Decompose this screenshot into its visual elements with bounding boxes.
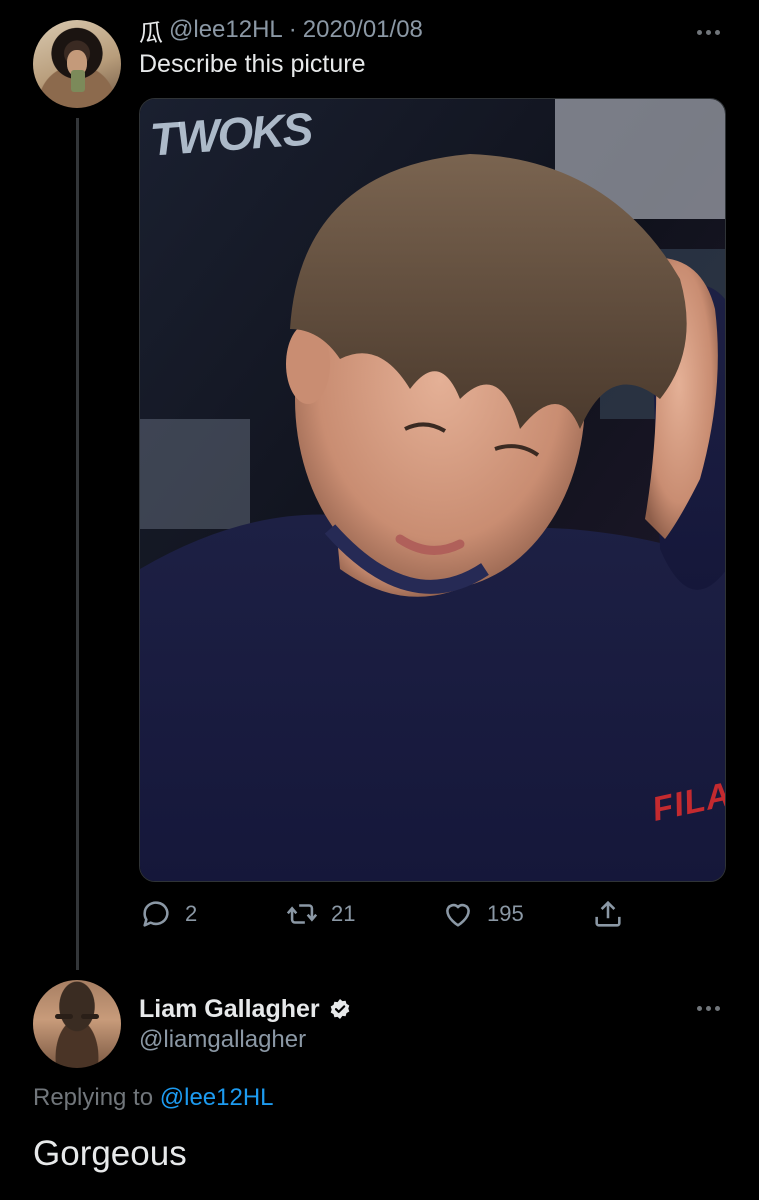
photo-illustration bbox=[140, 99, 725, 881]
reply-count: 2 bbox=[185, 901, 198, 926]
tweet-actions: 2 21 195 bbox=[139, 894, 639, 934]
replying-prefix: Replying to bbox=[33, 1084, 154, 1111]
reply-button[interactable]: 2 bbox=[139, 894, 197, 934]
photo-sign-text: TWOKS bbox=[148, 102, 313, 166]
avatar-brow bbox=[55, 1014, 73, 1019]
reply-icon bbox=[143, 901, 169, 927]
meta-separator: · bbox=[288, 16, 297, 43]
replying-to: Replying to @lee12HL bbox=[33, 1084, 274, 1112]
tweet-photo[interactable]: TWOKS FILA bbox=[139, 98, 726, 882]
author-name[interactable]: 瓜 bbox=[139, 13, 163, 48]
retweet-button[interactable]: 21 bbox=[285, 894, 355, 934]
replying-mention-link[interactable]: @lee12HL bbox=[160, 1084, 274, 1111]
share-button[interactable] bbox=[591, 894, 625, 934]
retweet-count: 21 bbox=[331, 901, 356, 926]
reply-text: Gorgeous bbox=[33, 1134, 187, 1173]
avatar-phone bbox=[71, 70, 85, 92]
tweet-text: Describe this picture bbox=[139, 50, 366, 78]
thread-line bbox=[76, 118, 79, 970]
verified-badge-icon bbox=[330, 999, 349, 1019]
like-count: 195 bbox=[487, 901, 524, 926]
retweet-icon bbox=[286, 904, 318, 924]
tweet-thread: 瓜 @lee12HL · 2020/01/08 Describe this pi… bbox=[0, 0, 759, 1200]
avatar-brow bbox=[81, 1014, 99, 1019]
like-button[interactable]: 195 bbox=[441, 894, 524, 934]
tweet-date[interactable]: 2020/01/08 bbox=[303, 16, 423, 44]
reply-author: Liam Gallagher bbox=[139, 992, 352, 1026]
author-handle[interactable]: @lee12HL bbox=[169, 16, 283, 44]
more-icon[interactable] bbox=[688, 20, 728, 44]
share-icon bbox=[595, 900, 621, 927]
tweet-header: 瓜 @lee12HL · 2020/01/08 bbox=[139, 13, 423, 48]
reply-avatar[interactable] bbox=[33, 980, 121, 1068]
more-icon[interactable] bbox=[688, 996, 728, 1020]
like-icon bbox=[446, 903, 470, 927]
reply-display-name[interactable]: Liam Gallagher bbox=[139, 995, 320, 1024]
reply-handle[interactable]: @liamgallagher bbox=[139, 1026, 306, 1054]
avatar[interactable] bbox=[33, 20, 121, 108]
